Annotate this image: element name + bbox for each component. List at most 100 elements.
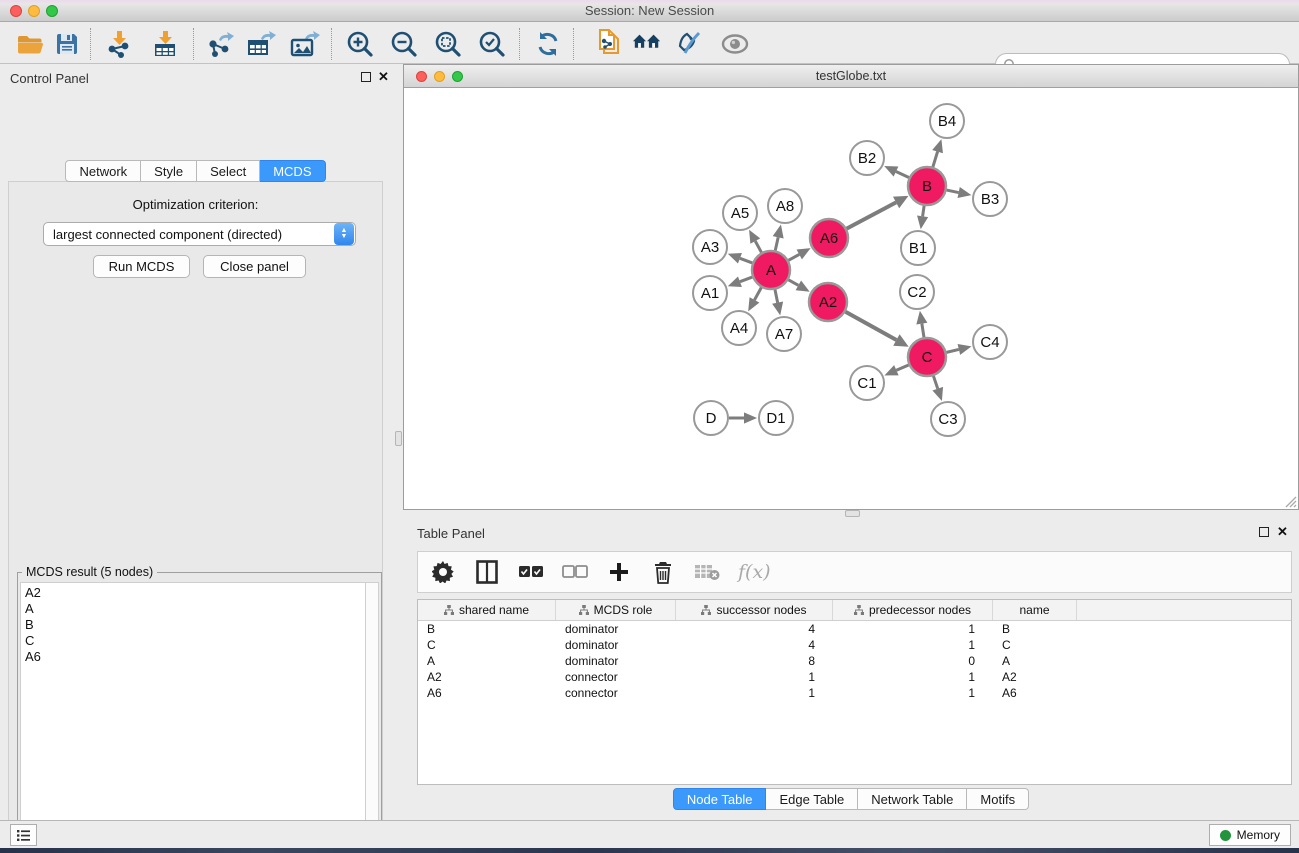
table-row[interactable]: A2connector11A2 xyxy=(418,669,1291,685)
edge-A-A8[interactable] xyxy=(773,225,784,251)
edge-D-D1[interactable] xyxy=(729,412,757,423)
tab-edge-table[interactable]: Edge Table xyxy=(766,788,858,810)
column-header-shared-name[interactable]: shared name xyxy=(418,600,556,620)
node-D[interactable]: D xyxy=(694,401,728,435)
criterion-dropdown[interactable]: largest connected component (directed) ▲… xyxy=(43,222,356,246)
edge-C-C3[interactable] xyxy=(932,376,943,401)
node-C3[interactable]: C3 xyxy=(931,402,965,436)
edge-A6-B[interactable] xyxy=(847,196,909,229)
edge-A-A1[interactable] xyxy=(728,276,753,286)
export-image-icon[interactable] xyxy=(290,29,320,59)
node-A7[interactable]: A7 xyxy=(767,317,801,351)
column-header-mcds-role[interactable]: MCDS role xyxy=(556,600,676,620)
new-network-from-selection-icon[interactable] xyxy=(594,29,624,59)
node-B1[interactable]: B1 xyxy=(901,231,935,265)
tab-network-table[interactable]: Network Table xyxy=(858,788,967,810)
table-row[interactable]: Cdominator41C xyxy=(418,637,1291,653)
column-header-successor-nodes[interactable]: successor nodes xyxy=(676,600,833,620)
result-item[interactable]: B xyxy=(25,617,365,633)
column-layout-icon[interactable] xyxy=(474,559,500,585)
edge-B-B1[interactable] xyxy=(917,206,928,229)
result-list-scrollbar[interactable] xyxy=(365,582,379,853)
node-C4[interactable]: C4 xyxy=(973,325,1007,359)
node-A1[interactable]: A1 xyxy=(693,276,727,310)
float-panel-icon[interactable] xyxy=(361,72,371,82)
edge-B-B2[interactable] xyxy=(884,166,909,178)
close-panel-icon[interactable]: ✕ xyxy=(378,69,389,85)
export-table-icon[interactable] xyxy=(246,29,276,59)
horizontal-splitter-handle[interactable] xyxy=(845,510,860,517)
edge-A-A6[interactable] xyxy=(789,248,811,260)
edge-A2-C[interactable] xyxy=(845,312,908,347)
resize-grip-icon[interactable] xyxy=(1283,494,1297,508)
tab-motifs[interactable]: Motifs xyxy=(967,788,1029,810)
tab-style[interactable]: Style xyxy=(141,160,197,182)
vertical-splitter-handle[interactable] xyxy=(395,431,402,446)
node-A8[interactable]: A8 xyxy=(768,189,802,223)
import-table-icon[interactable] xyxy=(150,29,180,59)
edge-B-B4[interactable] xyxy=(932,139,943,167)
node-A[interactable]: A xyxy=(752,251,790,289)
show-graphics-details-icon[interactable] xyxy=(720,29,750,59)
node-table[interactable]: shared nameMCDS rolesuccessor nodesprede… xyxy=(417,599,1292,785)
memory-button[interactable]: Memory xyxy=(1209,824,1291,846)
close-panel-button[interactable]: Close panel xyxy=(203,255,306,278)
node-A5[interactable]: A5 xyxy=(723,196,757,230)
home-icon[interactable] xyxy=(632,29,662,59)
float-table-panel-icon[interactable] xyxy=(1259,527,1269,537)
refresh-icon[interactable] xyxy=(533,29,563,59)
edge-C-C2[interactable] xyxy=(916,311,927,337)
edge-C-C1[interactable] xyxy=(884,365,908,375)
table-row[interactable]: Adominator80A xyxy=(418,653,1291,669)
edge-B-B3[interactable] xyxy=(947,187,972,198)
deselect-all-icon[interactable] xyxy=(562,559,588,585)
run-mcds-button[interactable]: Run MCDS xyxy=(93,255,190,278)
edge-A-A2[interactable] xyxy=(788,280,809,292)
node-A4[interactable]: A4 xyxy=(722,311,756,345)
node-A2[interactable]: A2 xyxy=(809,283,847,321)
open-file-icon[interactable] xyxy=(15,29,45,59)
zoom-in-icon[interactable] xyxy=(345,29,375,59)
node-C1[interactable]: C1 xyxy=(850,366,884,400)
save-session-icon[interactable] xyxy=(52,29,82,59)
network-canvas[interactable]: B4 B2 B B3 A5 A8A6 B1 A3 A A1 C2 A4 A7A2 C C4 C1 C3 D D1 xyxy=(405,88,1297,509)
node-B2[interactable]: B2 xyxy=(850,141,884,175)
table-settings-icon[interactable] xyxy=(430,559,456,585)
column-header-name[interactable]: name xyxy=(993,600,1077,620)
function-builder-icon[interactable]: f(x) xyxy=(738,561,771,583)
result-item[interactable]: A2 xyxy=(25,585,365,601)
tab-node-table[interactable]: Node Table xyxy=(673,788,767,810)
node-B4[interactable]: B4 xyxy=(930,104,964,138)
network-window-titlebar[interactable]: testGlobe.txt xyxy=(404,65,1298,88)
zoom-selected-icon[interactable] xyxy=(477,29,507,59)
node-A6[interactable]: A6 xyxy=(810,219,848,257)
close-table-panel-icon[interactable]: ✕ xyxy=(1277,524,1288,540)
add-column-icon[interactable] xyxy=(606,559,632,585)
export-network-icon[interactable] xyxy=(205,29,235,59)
import-network-icon[interactable] xyxy=(104,29,134,59)
node-B3[interactable]: B3 xyxy=(973,182,1007,216)
node-C2[interactable]: C2 xyxy=(900,275,934,309)
result-item[interactable]: A xyxy=(25,601,365,617)
tab-network[interactable]: Network xyxy=(65,160,141,182)
select-all-icon[interactable] xyxy=(518,559,544,585)
node-A3[interactable]: A3 xyxy=(693,230,727,264)
edge-A-A7[interactable] xyxy=(772,290,783,316)
hide-graphics-details-icon[interactable] xyxy=(676,29,706,59)
zoom-fit-icon[interactable] xyxy=(433,29,463,59)
tab-mcds[interactable]: MCDS xyxy=(260,160,325,182)
node-D1[interactable]: D1 xyxy=(759,401,793,435)
result-item[interactable]: C xyxy=(25,633,365,649)
node-B[interactable]: B xyxy=(908,167,946,205)
table-row[interactable]: A6connector11A6 xyxy=(418,685,1291,701)
table-row[interactable]: Bdominator41B xyxy=(418,621,1291,637)
result-item[interactable]: A6 xyxy=(25,649,365,665)
delete-column-icon[interactable] xyxy=(650,559,676,585)
task-history-button[interactable] xyxy=(10,824,37,846)
mcds-result-list[interactable]: A2ABCA6 xyxy=(20,582,365,853)
tab-select[interactable]: Select xyxy=(197,160,260,182)
edge-A-A3[interactable] xyxy=(728,253,753,263)
node-C[interactable]: C xyxy=(908,338,946,376)
edge-A-A5[interactable] xyxy=(749,230,761,253)
edge-A-A4[interactable] xyxy=(748,288,761,312)
